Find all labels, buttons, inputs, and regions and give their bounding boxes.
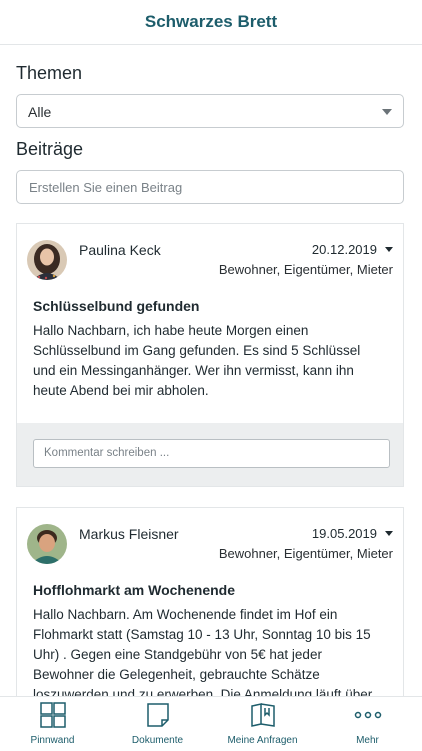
- chevron-down-icon: [382, 109, 392, 115]
- tab-label: Dokumente: [131, 735, 184, 746]
- tab-bar: Pinnwand Dokumente Meine Anfragen Mehr: [0, 696, 422, 750]
- caret-down-icon[interactable]: [385, 531, 393, 536]
- tab-pinnwand[interactable]: Pinnwand: [0, 697, 105, 751]
- comment-area: Kommentar schreiben ...: [17, 423, 403, 486]
- document-icon: [144, 701, 172, 734]
- post-author[interactable]: Paulina Keck: [79, 242, 161, 258]
- post-date: 19.05.2019: [311, 526, 377, 541]
- tab-label: Pinnwand: [30, 735, 75, 746]
- post-card: Markus Fleisner 19.05.2019 Bewohner, Eig…: [16, 507, 404, 696]
- more-icon: [354, 701, 382, 734]
- create-post-placeholder: Erstellen Sie einen Beitrag: [29, 180, 183, 195]
- book-icon: [249, 701, 277, 734]
- tab-meine-anfragen[interactable]: Meine Anfragen: [210, 697, 315, 751]
- app-header: Schwarzes Brett: [0, 0, 422, 45]
- themen-select[interactable]: Alle: [16, 94, 404, 128]
- grid-icon: [39, 701, 67, 734]
- post-author[interactable]: Markus Fleisner: [79, 526, 179, 542]
- create-post-input[interactable]: Erstellen Sie einen Beitrag: [16, 170, 404, 204]
- avatar[interactable]: [27, 524, 67, 564]
- post-body: Hallo Nachbarn, ich habe heute Morgen ei…: [33, 323, 361, 398]
- tab-label: Meine Anfragen: [227, 735, 298, 746]
- beitraege-heading: Beiträge: [16, 139, 84, 159]
- page-title: Schwarzes Brett: [144, 12, 278, 31]
- themen-heading: Themen: [16, 63, 83, 83]
- tab-label: Mehr: [356, 735, 379, 746]
- post-title: Hofflohmarkt am Wochenende: [33, 582, 235, 598]
- main-content: Themen Alle Beiträge Erstellen Sie einen…: [0, 45, 422, 696]
- themen-select-value: Alle: [28, 104, 52, 120]
- post-body: Hallo Nachbarn. Am Wochenende findet im …: [33, 607, 373, 696]
- comment-input[interactable]: Kommentar schreiben ...: [33, 439, 390, 468]
- post-date: 20.12.2019: [311, 242, 377, 257]
- post-title: Schlüsselbund gefunden: [33, 298, 200, 314]
- post-roles: Bewohner, Eigentümer, Mieter: [218, 262, 393, 277]
- avatar[interactable]: [27, 240, 67, 280]
- tab-dokumente[interactable]: Dokumente: [105, 697, 210, 751]
- tab-mehr[interactable]: Mehr: [315, 697, 420, 751]
- caret-down-icon[interactable]: [385, 247, 393, 252]
- post-card: Paulina Keck 20.12.2019 Bewohner, Eigent…: [16, 223, 404, 487]
- post-roles: Bewohner, Eigentümer, Mieter: [218, 546, 393, 561]
- comment-placeholder: Kommentar schreiben ...: [44, 447, 170, 459]
